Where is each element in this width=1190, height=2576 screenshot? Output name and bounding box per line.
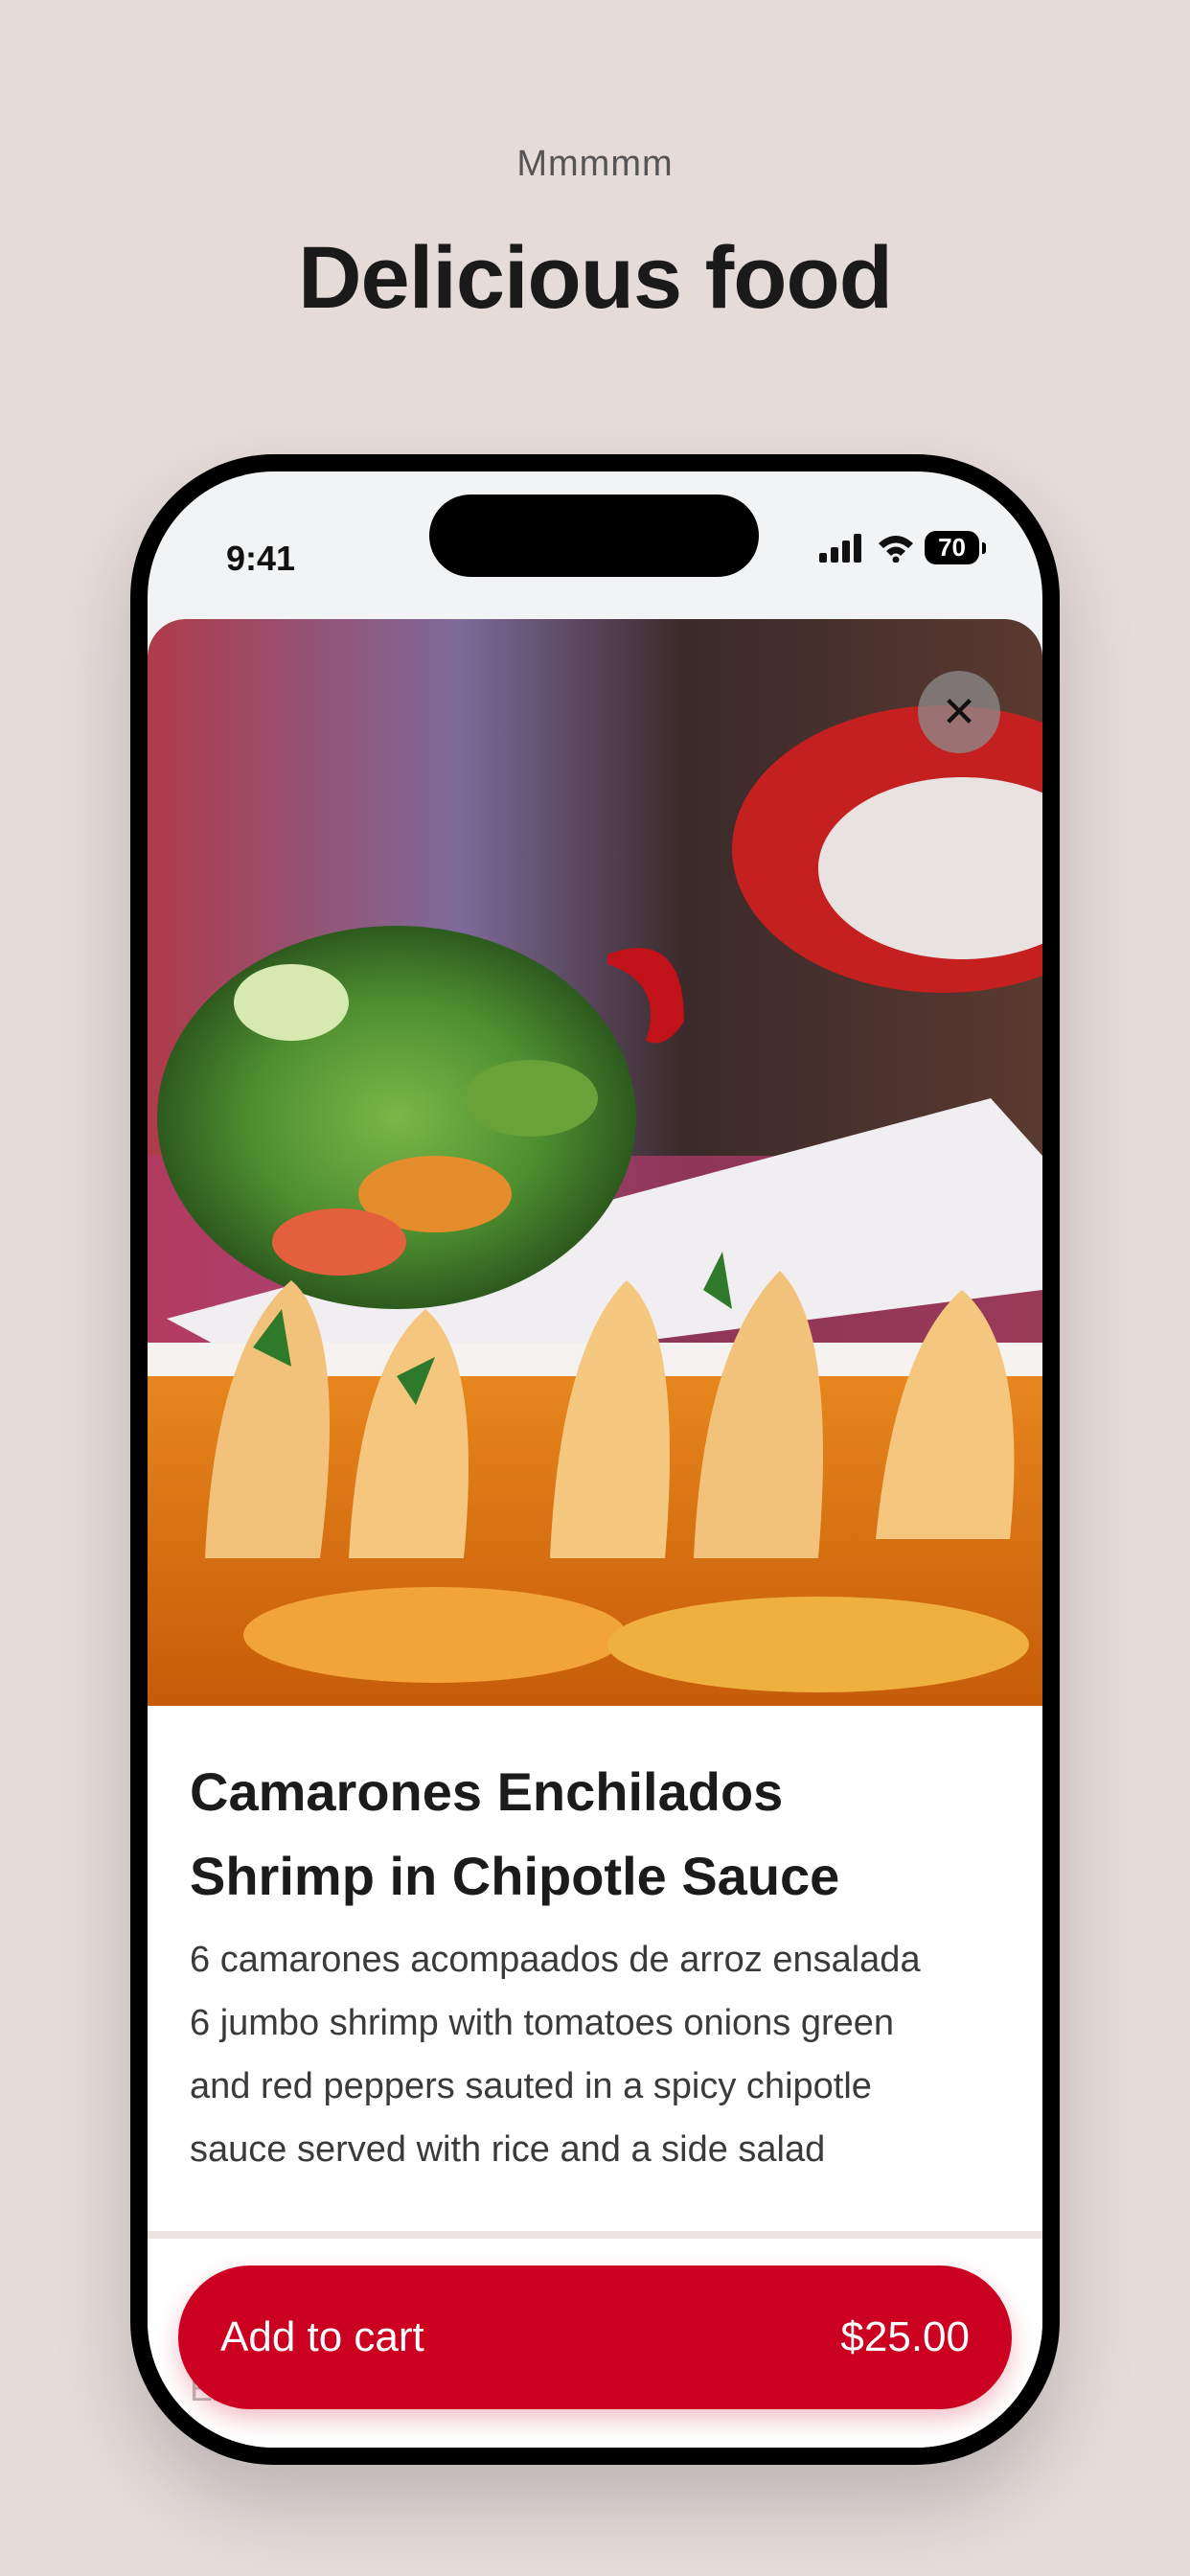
add-to-cart-button[interactable]: Add to cart $25.00 xyxy=(178,2266,1012,2409)
phone-screen: 9:41 70 ✕ Camarones Enchilados Shrimp in… xyxy=(148,472,1042,2448)
page-headline: Delicious food xyxy=(298,229,893,327)
item-detail-sheet: ✕ Camarones Enchilados Shrimp in Chipotl… xyxy=(148,619,1042,2448)
signal-icon xyxy=(819,533,862,563)
item-description-line: and red peppers sauted in a spicy chipot… xyxy=(190,2066,872,2106)
wifi-icon xyxy=(879,535,914,563)
cart-price: $25.00 xyxy=(840,2313,970,2360)
close-button[interactable]: ✕ xyxy=(918,671,1000,753)
eyebrow-text: Mmmmm xyxy=(516,144,674,184)
item-title: Camarones Enchilados Shrimp in Chipotle … xyxy=(190,1750,1004,1919)
item-title-line: Shrimp in Chipotle Sauce xyxy=(190,1846,840,1906)
item-description: 6 camarones acompaados de arroz ensalada… xyxy=(190,1928,1004,2181)
close-icon: ✕ xyxy=(941,688,977,736)
item-description-line: sauce served with rice and a side salad xyxy=(190,2129,826,2170)
item-description-line: 6 camarones acompaados de arroz ensalada xyxy=(190,1940,921,1980)
item-title-line: Camarones Enchilados xyxy=(190,1761,784,1822)
add-to-cart-label: Add to cart xyxy=(220,2313,424,2360)
dynamic-island xyxy=(429,494,759,577)
status-icons: 70 xyxy=(819,531,986,564)
item-description-line: 6 jumbo shrimp with tomatoes onions gree… xyxy=(190,2003,895,2043)
section-divider xyxy=(148,2231,1042,2239)
food-photo xyxy=(148,619,1042,1706)
battery-icon: 70 xyxy=(925,531,986,564)
status-time: 9:41 xyxy=(226,539,296,578)
phone-frame: 9:41 70 ✕ Camarones Enchilados Shrimp in… xyxy=(130,454,1060,2465)
